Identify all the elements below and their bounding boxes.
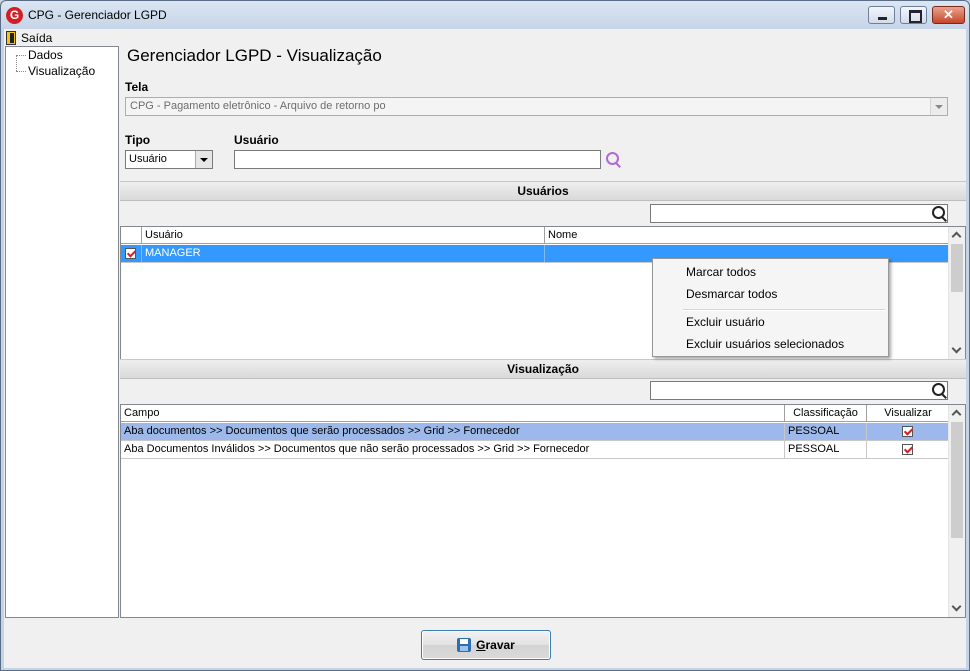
context-menu: Marcar todos Desmarcar todos Excluir usu…: [652, 258, 889, 357]
tela-value: CPG - Pagamento eletrônico - Arquivo de …: [130, 100, 386, 112]
menu-item-desmarcar-todos[interactable]: Desmarcar todos: [686, 287, 777, 301]
search-icon[interactable]: [606, 152, 622, 168]
menu-exit-label: Saída: [21, 30, 53, 45]
scroll-up-icon[interactable]: [949, 405, 965, 422]
usuario-label: Usuário: [234, 133, 279, 147]
visualizacao-grid: Campo Classificação Visualizar Aba docum…: [120, 404, 966, 618]
chevron-down-icon[interactable]: [195, 151, 212, 168]
visualizacao-section-header: Visualização: [120, 359, 966, 379]
column-header-campo[interactable]: Campo: [121, 405, 785, 422]
cell-campo: Aba Documentos Inválidos >> Documentos q…: [121, 441, 785, 458]
save-button[interactable]: Gravar: [421, 630, 551, 660]
table-row[interactable]: Aba Documentos Inválidos >> Documentos q…: [121, 441, 949, 459]
navigation-tree: Dados Visualização: [5, 46, 119, 618]
cell-usuario: MANAGER: [142, 245, 545, 262]
title-bar[interactable]: G CPG - Gerenciador LGPD ✕: [1, 1, 969, 29]
vertical-scrollbar[interactable]: [948, 405, 965, 617]
maximize-button[interactable]: [900, 6, 927, 24]
cell-classificacao: PESSOAL: [785, 423, 867, 440]
close-button[interactable]: ✕: [932, 6, 965, 24]
row-check-cell: [121, 245, 142, 262]
tipo-label: Tipo: [125, 133, 151, 147]
cell-classificacao: PESSOAL: [785, 441, 867, 458]
close-icon: ✕: [943, 7, 954, 22]
usuario-input[interactable]: [234, 150, 601, 169]
save-button-label: Gravar: [476, 638, 515, 652]
grid-header: Usuário Nome: [121, 227, 949, 244]
client-area: Saída Dados Visualização Gerenciador LGP…: [4, 29, 966, 668]
scroll-thumb[interactable]: [951, 244, 963, 292]
tipo-value: Usuário: [129, 153, 167, 165]
tree-item-dados[interactable]: Dados: [28, 48, 63, 62]
menu-bar: Saída: [4, 29, 966, 46]
column-header-classificacao[interactable]: Classificação: [785, 405, 867, 422]
menu-exit[interactable]: Saída: [6, 29, 52, 46]
tree-connector: [16, 71, 26, 72]
checkbox-checked[interactable]: [902, 426, 913, 437]
checkbox-checked[interactable]: [125, 248, 136, 259]
visualizacao-filter-input[interactable]: [650, 381, 948, 400]
column-header-visualizar[interactable]: Visualizar: [867, 405, 949, 422]
search-icon[interactable]: [932, 383, 948, 399]
vertical-scrollbar[interactable]: [948, 227, 965, 359]
column-header-check: [121, 227, 142, 244]
page-title: Gerenciador LGPD - Visualização: [127, 46, 382, 65]
door-exit-icon: [6, 30, 16, 45]
app-logo-icon: G: [6, 7, 23, 24]
search-icon[interactable]: [932, 206, 948, 222]
cell-campo: Aba documentos >> Documentos que serão p…: [121, 423, 785, 440]
window-title: CPG - Gerenciador LGPD: [28, 8, 167, 22]
menu-item-marcar-todos[interactable]: Marcar todos: [686, 265, 756, 279]
menu-item-excluir-selecionados[interactable]: Excluir usuários selecionados: [686, 337, 844, 351]
chevron-down-icon[interactable]: [930, 98, 947, 115]
scroll-down-icon[interactable]: [949, 600, 965, 617]
scroll-thumb[interactable]: [951, 422, 963, 538]
minimize-button[interactable]: [868, 6, 895, 24]
column-header-usuario[interactable]: Usuário: [142, 227, 545, 244]
menu-item-excluir-usuario[interactable]: Excluir usuário: [686, 315, 765, 329]
tela-label: Tela: [125, 80, 149, 94]
cell-visualizar: [867, 423, 949, 440]
scroll-down-icon[interactable]: [949, 342, 965, 359]
scroll-up-icon[interactable]: [949, 227, 965, 244]
tipo-select[interactable]: Usuário: [125, 150, 213, 169]
column-header-nome[interactable]: Nome: [545, 227, 949, 244]
cell-visualizar: [867, 441, 949, 458]
tela-combobox[interactable]: CPG - Pagamento eletrônico - Arquivo de …: [125, 97, 948, 116]
main-window: G CPG - Gerenciador LGPD ✕ Saída Dados V…: [0, 0, 970, 671]
usuarios-section-header: Usuários: [120, 181, 966, 201]
table-row[interactable]: Aba documentos >> Documentos que serão p…: [121, 423, 949, 441]
tree-connector: [16, 55, 26, 56]
checkbox-checked[interactable]: [902, 444, 913, 455]
usuarios-filter-input[interactable]: [650, 204, 948, 223]
tree-connector: [16, 55, 17, 71]
floppy-disk-icon: [457, 638, 472, 652]
tree-item-visualizacao[interactable]: Visualização: [28, 64, 95, 78]
grid-header: Campo Classificação Visualizar: [121, 405, 949, 422]
menu-separator: [683, 309, 885, 311]
